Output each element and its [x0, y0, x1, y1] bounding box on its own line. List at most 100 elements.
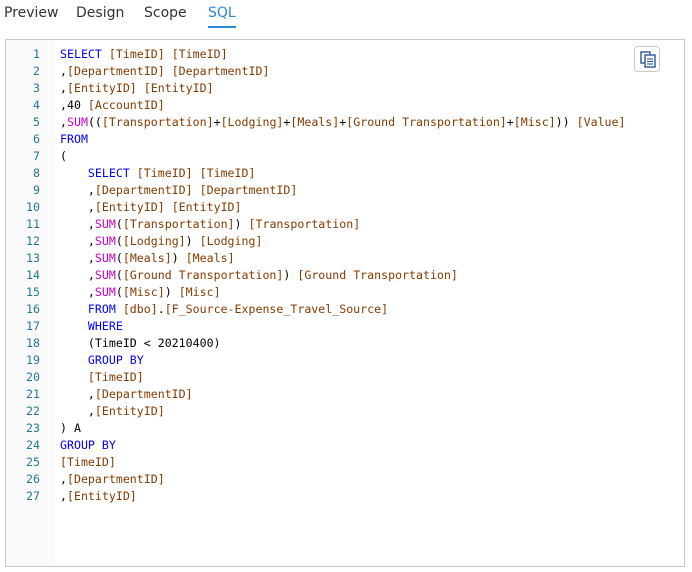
line-code: ,SUM([Lodging]) [Lodging] [60, 233, 263, 250]
line-number: 12 [26, 234, 40, 248]
code-line: 15 ,SUM([Misc]) [Misc] [6, 284, 684, 301]
line-code: [TimeID] [60, 454, 116, 471]
sql-text: ) A [60, 421, 81, 435]
line-code: ,SUM([Meals]) [Meals] [60, 250, 235, 267]
sql-text: , [60, 217, 95, 231]
sql-identifier: [DepartmentID] [171, 64, 270, 78]
sql-identifier: [Ground Transportation] [297, 268, 458, 282]
code-line: 1 SELECT [TimeID] [TimeID] [6, 46, 684, 63]
sql-identifier: [Misc] [513, 115, 556, 129]
code-line: 4 ,40 [AccountID] [6, 97, 684, 114]
code-line: 27 ,[EntityID] [6, 488, 684, 505]
sql-identifier: [DepartmentID] [199, 183, 298, 197]
sql-text: ( [60, 149, 67, 163]
sql-identifier: [Lodging] [220, 115, 284, 129]
sql-identifier: [TimeID] [171, 47, 228, 61]
sql-identifier: [TimeID] [199, 166, 256, 180]
sql-identifier: [Misc] [178, 285, 221, 299]
tab-design[interactable]: Design [76, 4, 124, 22]
line-number: 21 [26, 387, 40, 401]
sql-text: ,40 [60, 98, 88, 112]
line-code: ,[DepartmentID] [DepartmentID] [60, 63, 269, 80]
line-number: 15 [26, 285, 40, 299]
sql-identifier: [Lodging] [199, 234, 263, 248]
code-line: 9 ,[DepartmentID] [DepartmentID] [6, 182, 684, 199]
sql-identifier: [DepartmentID] [94, 183, 193, 197]
sql-identifier: [Value] [576, 115, 626, 129]
sql-text: ) [185, 234, 200, 248]
sql-keyword: GROUP BY [87, 353, 144, 367]
sql-identifier: [Ground Transportation] [346, 115, 507, 129]
line-number: 6 [33, 132, 40, 146]
line-number: 1 [33, 47, 40, 61]
sql-text: (( [87, 115, 102, 129]
line-code: FROM [dbo].[F_Source-Expense_Travel_Sour… [60, 301, 388, 318]
sql-identifier: [EntityID] [171, 200, 242, 214]
line-number: 27 [26, 489, 40, 503]
sql-identifier: [dbo] [122, 302, 158, 316]
tab-preview[interactable]: Preview [4, 4, 59, 22]
sql-text: , [60, 268, 95, 282]
sql-keyword: SELECT [60, 47, 102, 61]
sql-identifier: [TimeID] [60, 455, 116, 469]
sql-identifier: [Transportation] [101, 115, 214, 129]
sql-text: + [213, 115, 221, 129]
tab-sql[interactable]: SQL [208, 4, 236, 28]
sql-text: , [60, 489, 67, 503]
copy-button[interactable] [634, 46, 660, 72]
line-code: ,SUM(([Transportation]+[Lodging]+[Meals]… [60, 114, 626, 131]
sql-identifier: [DepartmentID] [66, 64, 165, 78]
code-line: 2 ,[DepartmentID] [DepartmentID] [6, 63, 684, 80]
sql-keyword: FROM [60, 132, 88, 146]
sql-identifier: [Ground Transportation] [122, 268, 284, 282]
line-code: ,40 [AccountID] [60, 97, 165, 114]
line-code: ,[DepartmentID] [60, 471, 165, 488]
line-number: 18 [26, 336, 40, 350]
sql-function: SUM [94, 251, 116, 265]
sql-function: SUM [94, 217, 116, 231]
line-code: ,SUM([Transportation]) [Transportation] [60, 216, 360, 233]
sql-text: ) [171, 251, 186, 265]
sql-identifier: [DepartmentID] [94, 387, 193, 401]
line-code: FROM [60, 131, 88, 148]
line-code: [TimeID] [60, 369, 144, 386]
code-line: 11 ,SUM([Transportation]) [Transportatio… [6, 216, 684, 233]
sql-text: , [60, 200, 95, 214]
line-number: 13 [26, 251, 40, 265]
line-code: ,[DepartmentID] [60, 386, 193, 403]
code-line: 8 SELECT [TimeID] [TimeID] [6, 165, 684, 182]
line-code: WHERE [60, 318, 123, 335]
line-code: ( [60, 148, 67, 165]
sql-text: ( [115, 234, 123, 248]
sql-text: ) [164, 285, 179, 299]
sql-keyword: SELECT [87, 166, 130, 180]
sql-text: ) [283, 268, 298, 282]
code-line: 16 FROM [dbo].[F_Source-Expense_Travel_S… [6, 301, 684, 318]
line-number: 16 [26, 302, 40, 316]
sql-text: , [60, 472, 67, 486]
copy-icon [640, 51, 656, 68]
code-line: 23) A [6, 420, 684, 437]
sql-identifier: [Meals] [122, 251, 172, 265]
code-line: 14 ,SUM([Ground Transportation]) [Ground… [6, 267, 684, 284]
sql-text: ( [115, 251, 123, 265]
line-code: ,[DepartmentID] [DepartmentID] [60, 182, 297, 199]
sql-keyword: FROM [87, 302, 116, 316]
line-code: GROUP BY [60, 437, 116, 454]
line-number: 19 [26, 353, 40, 367]
line-code: ) A [60, 420, 81, 437]
sql-editor[interactable]: 1 SELECT [TimeID] [TimeID] 2 ,[DepartmentID… [5, 39, 685, 567]
line-code: ,SUM([Misc]) [Misc] [60, 284, 221, 301]
sql-identifier: [TimeID] [87, 370, 144, 384]
tab-scope[interactable]: Scope [144, 4, 187, 22]
sql-identifier: [Meals] [185, 251, 235, 265]
code-line: 24 GROUP BY [6, 437, 684, 454]
sql-text: )) [555, 115, 577, 129]
